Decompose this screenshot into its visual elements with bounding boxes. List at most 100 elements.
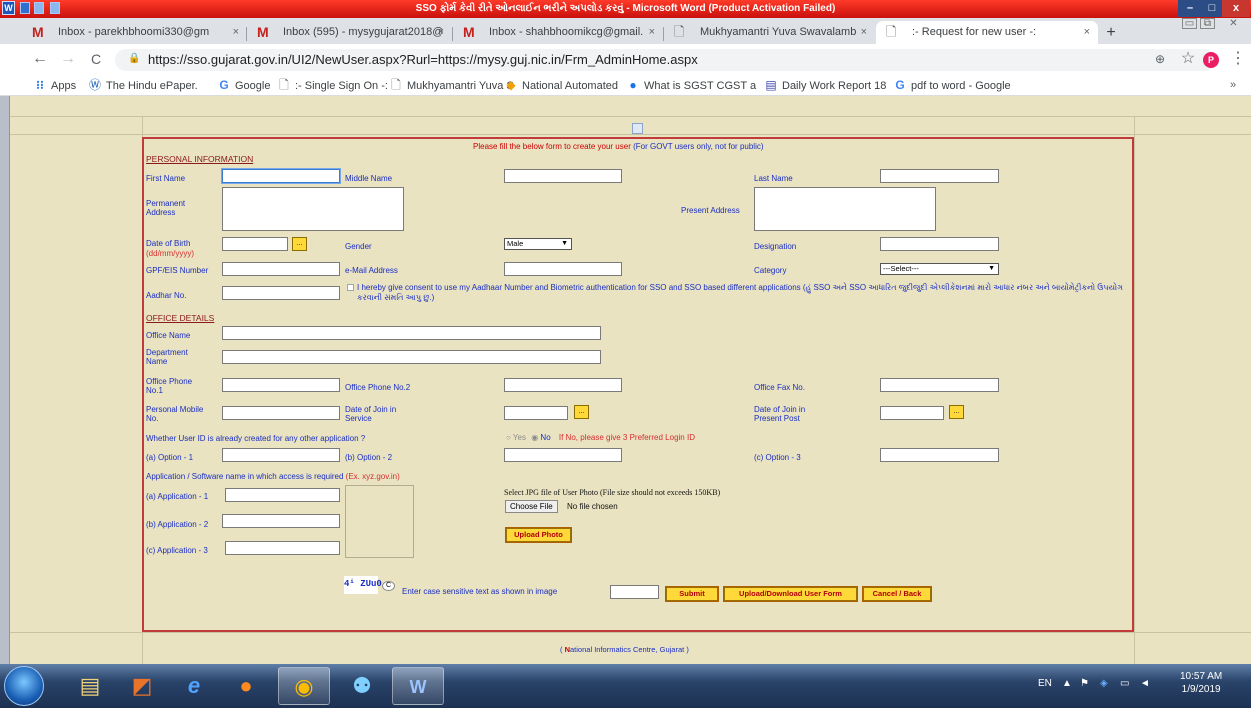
people-app-icon[interactable]: ⚉ <box>336 667 388 705</box>
tray-arrow-icon[interactable]: ▲ <box>1062 678 1072 689</box>
bookmark-star-icon[interactable]: ☆ <box>1178 48 1198 70</box>
doj-post-calendar-button[interactable]: ... <box>949 405 964 419</box>
bookmark-sso[interactable]: 🗋:- Single Sign On -: <box>277 77 388 94</box>
power-icon[interactable]: ▭ <box>1120 678 1129 689</box>
dob-input[interactable] <box>222 237 288 251</box>
yes-radio[interactable]: ○ <box>506 433 513 442</box>
doj-service-calendar-button[interactable]: ... <box>574 405 589 419</box>
zoom-icon[interactable]: ⊕ <box>1150 48 1170 70</box>
designation-input[interactable] <box>880 237 999 251</box>
dob-label: Date of Birth <box>146 239 191 248</box>
consent-checkbox[interactable] <box>347 284 354 291</box>
gmail-icon: M <box>463 24 475 40</box>
close-button[interactable]: x <box>1222 0 1250 17</box>
doc-close-button[interactable]: ✕ <box>1226 18 1241 29</box>
url-text[interactable]: https://sso.gujarat.gov.in/UI2/NewUser.a… <box>148 50 698 70</box>
start-button[interactable] <box>4 666 44 706</box>
profile-avatar[interactable]: P <box>1203 52 1219 68</box>
bookmark-pdf-to-word[interactable]: Gpdf to word - Google <box>893 77 1011 94</box>
reload-icon[interactable]: C <box>86 48 106 70</box>
tab-close-icon[interactable]: × <box>1084 21 1090 43</box>
tab-close-icon[interactable]: × <box>438 21 444 43</box>
upload-photo-button[interactable]: Upload Photo <box>505 527 572 543</box>
volume-icon[interactable]: ◄ <box>1140 678 1150 689</box>
tab-mukhyamantri[interactable]: 🗋 Mukhyamantri Yuva Swavalamb × <box>664 21 875 44</box>
back-icon[interactable]: ← <box>30 48 50 70</box>
app1-input[interactable] <box>225 488 340 502</box>
gender-select[interactable]: Male ▼ <box>504 238 572 250</box>
photo-preview <box>345 485 414 558</box>
tab-request-new-user[interactable]: 🗋 :- Request for new user -: × <box>876 21 1098 44</box>
bookmark-label: pdf to word - Google <box>911 80 1011 92</box>
captcha-input[interactable] <box>610 585 659 599</box>
department-name-input[interactable] <box>222 350 601 364</box>
present-address-textarea[interactable] <box>754 187 936 231</box>
clock-date: 1/9/2019 <box>1181 684 1221 695</box>
middle-name-input[interactable] <box>504 169 622 183</box>
word-taskbar-icon[interactable]: W <box>392 667 444 705</box>
forward-icon[interactable]: → <box>58 48 78 70</box>
bookmark-apps[interactable]: ⁝⁝ Apps <box>33 77 76 94</box>
mobile-input[interactable] <box>222 406 340 420</box>
present-address-label: Present Address <box>681 206 740 215</box>
new-tab-button[interactable]: + <box>1101 24 1121 42</box>
email-input[interactable] <box>504 262 622 276</box>
tab-inbox-mysy[interactable]: M Inbox (595) - mysygujarat2018@ × <box>247 21 452 44</box>
cancel-back-button[interactable]: Cancel / Back <box>862 586 932 602</box>
tab-close-icon[interactable]: × <box>649 21 655 43</box>
option3-input[interactable] <box>880 448 999 462</box>
office-fax-input[interactable] <box>880 378 999 392</box>
last-name-input[interactable] <box>880 169 999 183</box>
captcha-image: 4ⁱ ZUu0 <box>344 576 382 594</box>
doj-post-input[interactable] <box>880 406 944 420</box>
google-icon: G <box>219 78 229 92</box>
tab-close-icon[interactable]: × <box>861 21 867 43</box>
maximize-button[interactable]: □ <box>1202 0 1222 17</box>
tab-inbox-parekh[interactable]: M Inbox - parekhbhoomi330@gm × <box>22 21 247 44</box>
option2-input[interactable] <box>504 448 622 462</box>
office-phone1-input[interactable] <box>222 378 340 392</box>
option1-input[interactable] <box>222 448 340 462</box>
first-name-input[interactable] <box>222 169 340 183</box>
tab-close-icon[interactable]: × <box>233 21 239 43</box>
flag-icon[interactable]: ⚑ <box>1080 678 1089 689</box>
submit-button[interactable]: Submit <box>665 586 719 602</box>
last-name-label: Last Name <box>754 174 793 183</box>
bookmark-sgst[interactable]: ● What is SGST CGST a <box>626 77 756 94</box>
upload-download-form-button[interactable]: Upload/Download User Form <box>723 586 858 602</box>
tab-inbox-shah[interactable]: M Inbox - shahbhoomikcg@gmail. × <box>453 21 663 44</box>
bookmark-nad[interactable]: ◆ National Automated <box>504 77 618 94</box>
permanent-address-textarea[interactable] <box>222 187 404 231</box>
doc-minimize-button[interactable]: ▭ <box>1182 18 1197 29</box>
language-indicator[interactable]: EN <box>1038 678 1052 689</box>
firefox-icon[interactable]: ● <box>220 667 272 705</box>
refresh-captcha-icon[interactable]: C <box>382 581 395 591</box>
bookmarks-more-icon[interactable]: » <box>1230 77 1236 93</box>
minimize-button[interactable]: – <box>1178 0 1202 17</box>
aadhar-input[interactable] <box>222 286 340 300</box>
system-clock[interactable]: 10:57 AM 1/9/2019 <box>1180 670 1222 696</box>
doj-service-input[interactable] <box>504 406 568 420</box>
menu-icon[interactable]: ⋮ <box>1228 48 1248 70</box>
bookmark-hindu[interactable]: Ⓦ The Hindu ePaper. <box>88 77 198 94</box>
outlook-icon[interactable]: ◩ <box>116 667 168 705</box>
app2-input[interactable] <box>222 514 340 528</box>
first-name-label: First Name <box>146 174 186 183</box>
office-name-input[interactable] <box>222 326 601 340</box>
bookmark-daily-work[interactable]: ▤ Daily Work Report 18 <box>764 77 886 94</box>
office-phone2-input[interactable] <box>504 378 622 392</box>
dob-calendar-button[interactable]: ... <box>292 237 307 251</box>
chrome-icon[interactable]: ◉ <box>278 667 330 705</box>
category-select[interactable]: ---Select--- ▼ <box>880 263 999 275</box>
network-icon[interactable]: ◈ <box>1100 678 1108 689</box>
bookmark-mukhyamantri[interactable]: 🗋 Mukhyamantri Yuva S <box>389 77 514 94</box>
file-explorer-icon[interactable]: ▤ <box>64 667 116 705</box>
app3-input[interactable] <box>225 541 340 555</box>
gpf-label: GPF/EIS Number <box>146 266 209 275</box>
gpf-input[interactable] <box>222 262 340 276</box>
choose-file-button[interactable]: Choose File <box>505 500 558 513</box>
bookmark-google[interactable]: G Google <box>217 77 270 94</box>
ie-icon[interactable]: e <box>168 667 220 705</box>
doc-restore-button[interactable]: ⧉ <box>1200 18 1215 29</box>
doj-post-label: Date of Join in Present Post <box>754 405 806 423</box>
